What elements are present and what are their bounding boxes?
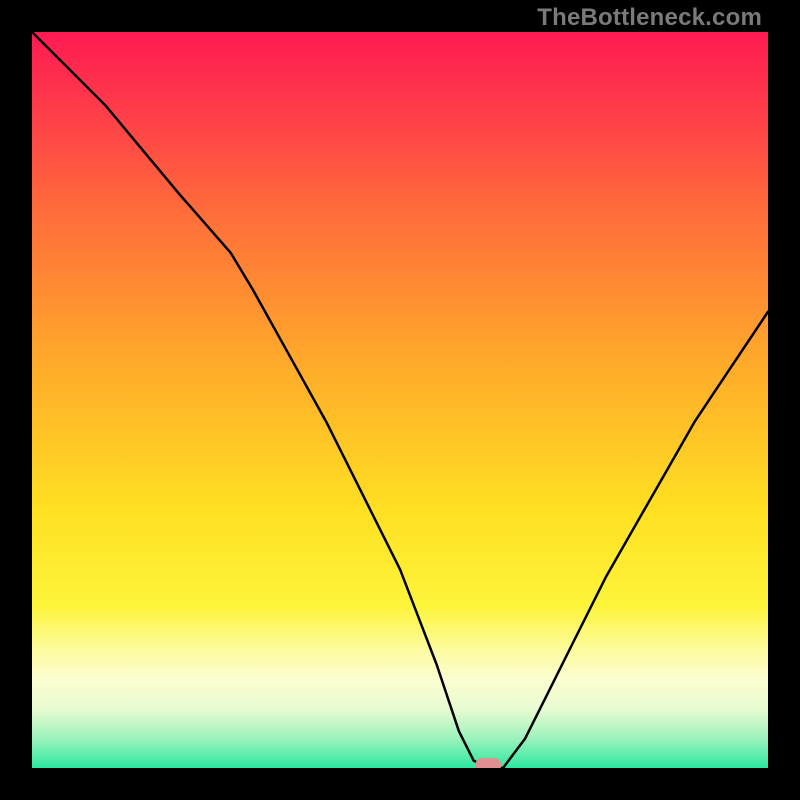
- chart-plot-area: [32, 32, 768, 768]
- chart-svg: [32, 32, 768, 768]
- optimal-point-marker: [475, 758, 501, 768]
- watermark-label: TheBottleneck.com: [537, 4, 762, 32]
- gradient-background: [32, 32, 768, 768]
